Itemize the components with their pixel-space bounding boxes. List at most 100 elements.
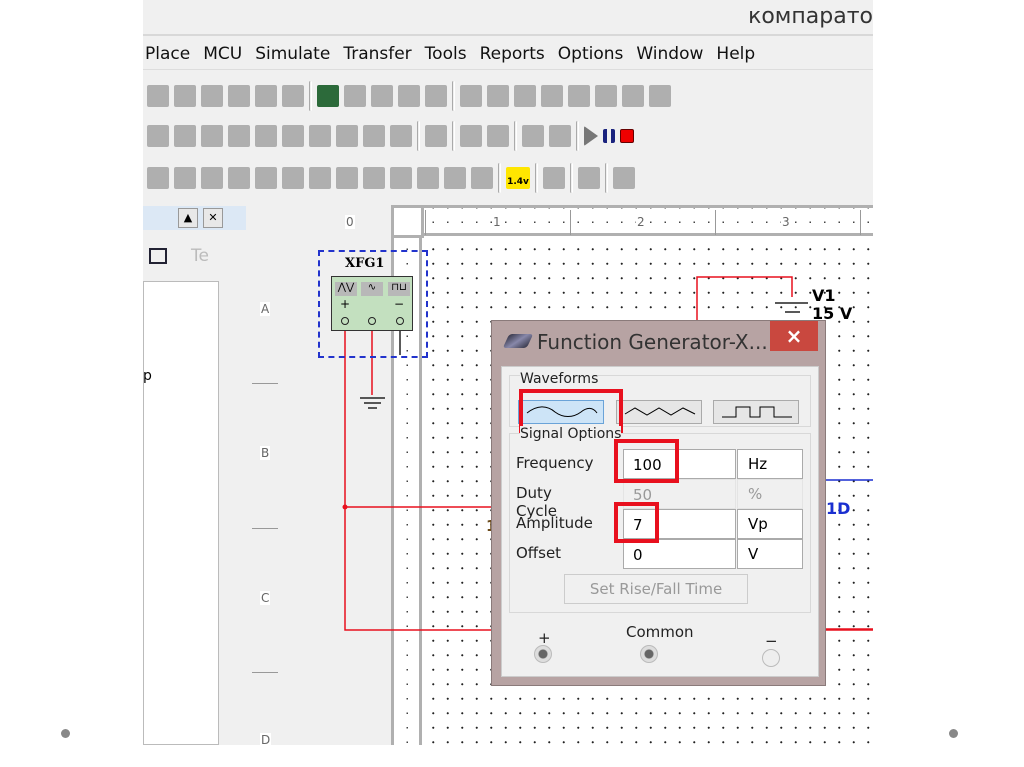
stop-icon[interactable] <box>620 129 634 143</box>
postprocessor-icon[interactable] <box>622 85 644 107</box>
close-button[interactable]: × <box>770 321 818 351</box>
zoom-out-icon[interactable] <box>371 85 393 107</box>
indicator-icon[interactable] <box>255 125 277 147</box>
component-wizard-icon[interactable] <box>568 85 590 107</box>
menu-place[interactable]: Place <box>143 44 201 64</box>
logic-converter-icon[interactable] <box>390 167 412 189</box>
full-screen-icon[interactable] <box>317 85 339 107</box>
wattmeter-icon[interactable] <box>201 167 223 189</box>
hierarchical-block-icon[interactable] <box>460 125 482 147</box>
amplitude-input[interactable]: 7 <box>623 509 736 539</box>
offset-input[interactable]: 0 <box>623 539 736 569</box>
mcu-icon[interactable] <box>425 125 447 147</box>
electromechanical-icon[interactable] <box>390 125 412 147</box>
sine-wave-icon: ∿ <box>361 282 383 296</box>
duty-cycle-input[interactable]: 50 <box>623 479 736 509</box>
menu-help[interactable]: Help <box>714 44 766 64</box>
main-toolbar <box>143 76 873 116</box>
plus-terminal[interactable] <box>534 645 552 663</box>
word-generator-icon[interactable] <box>336 167 358 189</box>
distortion-analyzer-icon[interactable] <box>444 167 466 189</box>
oscilloscope-icon[interactable] <box>228 167 250 189</box>
amplitude-unit-select[interactable]: Vp <box>737 509 803 539</box>
function-generator-symbol[interactable]: ⋀⋁ ∿ ⊓⊔ + − <box>331 276 413 331</box>
minus-terminal[interactable] <box>762 649 780 667</box>
offset-unit-select[interactable]: V <box>737 539 803 569</box>
terminal-minus[interactable] <box>396 317 404 325</box>
frequency-input[interactable]: 100 <box>623 449 736 479</box>
list-icon[interactable] <box>522 125 544 147</box>
copy-icon[interactable] <box>201 85 223 107</box>
terminal-common[interactable] <box>368 317 376 325</box>
common-terminal[interactable] <box>640 645 658 663</box>
undo-icon[interactable] <box>255 85 277 107</box>
four-channel-oscilloscope-icon[interactable] <box>255 167 277 189</box>
triangle-wave-button[interactable] <box>616 400 702 424</box>
text-icon[interactable]: Te <box>191 246 209 266</box>
frequency-unit-select[interactable]: Hz <box>737 449 803 479</box>
redo-icon[interactable] <box>282 85 304 107</box>
square-wave-button[interactable] <box>713 400 799 424</box>
labview-icon[interactable] <box>578 167 600 189</box>
menu-options[interactable]: Options <box>556 44 635 64</box>
zoom-area-icon[interactable] <box>398 85 420 107</box>
bode-plotter-icon[interactable] <box>282 167 304 189</box>
terminal-plus[interactable] <box>341 317 349 325</box>
run-icon[interactable] <box>584 126 598 146</box>
ruler-row-label: C <box>260 591 271 605</box>
grapher-icon[interactable] <box>595 85 617 107</box>
signal-options-label: Signal Options <box>520 426 622 442</box>
set-rise-fall-time-button[interactable]: Set Rise/Fall Time <box>564 574 748 604</box>
zoom-in-icon[interactable] <box>344 85 366 107</box>
panel-close-button[interactable]: ✕ <box>203 208 223 228</box>
menu-tools[interactable]: Tools <box>423 44 478 64</box>
hierarchy-icon[interactable] <box>149 248 167 264</box>
project-tree[interactable] <box>143 281 219 745</box>
misc-digital-icon[interactable] <box>201 125 223 147</box>
advanced-peripherals-icon[interactable] <box>336 125 358 147</box>
list2-icon[interactable] <box>549 125 571 147</box>
design-toolbox-icon[interactable] <box>460 85 482 107</box>
slide-nav-prev[interactable] <box>61 729 70 738</box>
cmos-icon[interactable] <box>174 125 196 147</box>
current-probe-icon[interactable] <box>613 167 635 189</box>
spreadsheet-icon[interactable] <box>487 85 509 107</box>
toolbar-separator <box>535 163 538 193</box>
sine-wave-button[interactable] <box>518 400 604 424</box>
tree-item-text[interactable]: p <box>143 368 152 384</box>
frequency-counter-icon[interactable] <box>309 167 331 189</box>
probe-icon[interactable]: 1.4v <box>506 167 530 189</box>
mixed-icon[interactable] <box>228 125 250 147</box>
database-icon[interactable] <box>514 85 536 107</box>
ttl-icon[interactable] <box>147 125 169 147</box>
breadboard-icon[interactable] <box>541 85 563 107</box>
menu-mcu[interactable]: MCU <box>201 44 253 64</box>
function-generator-icon[interactable] <box>174 167 196 189</box>
paste-icon[interactable] <box>228 85 250 107</box>
toolbar-separator <box>417 121 420 151</box>
menu-window[interactable]: Window <box>634 44 714 64</box>
menu-simulate[interactable]: Simulate <box>253 44 341 64</box>
ni-instrument-icon[interactable] <box>543 167 565 189</box>
cut-icon[interactable] <box>174 85 196 107</box>
electrical-rules-icon[interactable] <box>649 85 671 107</box>
bus-icon[interactable] <box>487 125 509 147</box>
zoom-fit-icon[interactable] <box>425 85 447 107</box>
field-label: Amplitude <box>516 514 593 532</box>
ruler-corner <box>394 208 424 238</box>
iv-analyzer-icon[interactable] <box>417 167 439 189</box>
multimeter-icon[interactable] <box>147 167 169 189</box>
logic-analyzer-icon[interactable] <box>363 167 385 189</box>
pause-icon[interactable] <box>603 129 615 143</box>
rf-icon[interactable] <box>363 125 385 147</box>
ruler-col-label: 2 <box>636 215 646 229</box>
menu-transfer[interactable]: Transfer <box>341 44 422 64</box>
power-component-icon[interactable] <box>282 125 304 147</box>
menu-reports[interactable]: Reports <box>478 44 556 64</box>
spectrum-analyzer-icon[interactable] <box>471 167 493 189</box>
print-preview-icon[interactable] <box>147 85 169 107</box>
duty-cycle-unit-select[interactable]: % <box>737 479 803 509</box>
slide-nav-next[interactable] <box>949 729 958 738</box>
misc-icon[interactable] <box>309 125 331 147</box>
panel-scroll-up-button[interactable]: ▲ <box>178 208 198 228</box>
